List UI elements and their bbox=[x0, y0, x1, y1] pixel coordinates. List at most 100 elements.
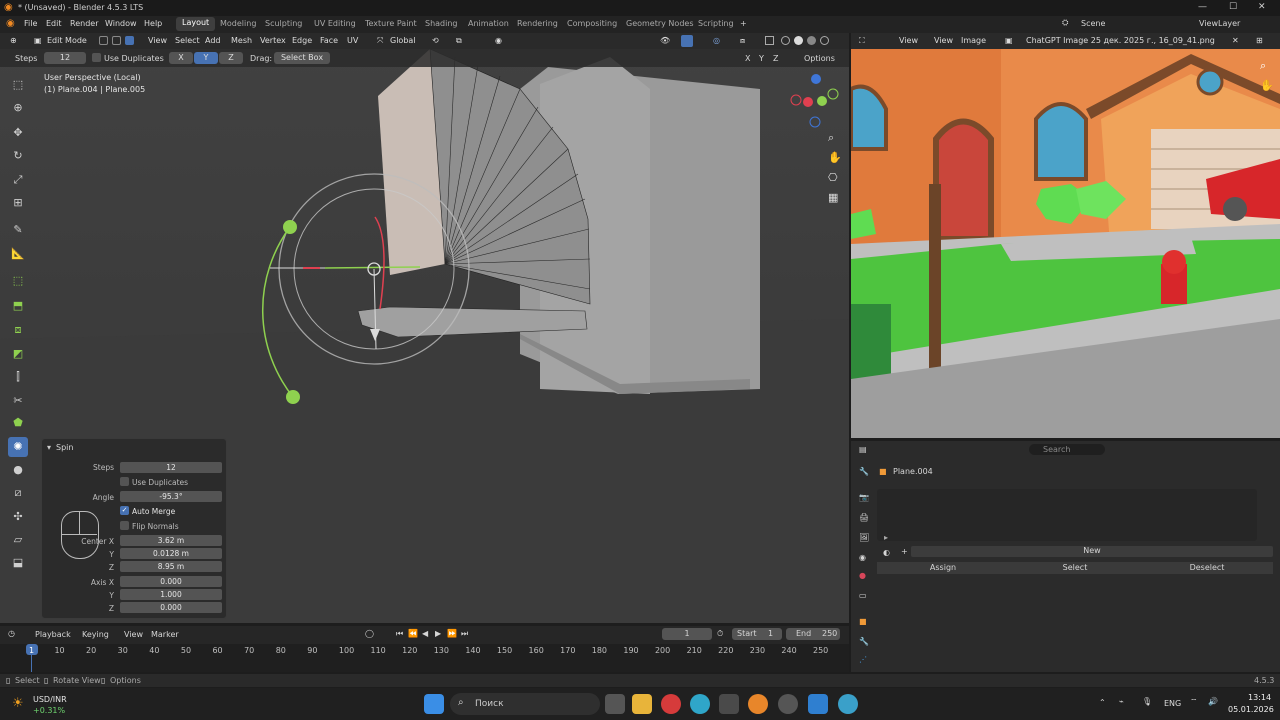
spin-steps-field[interactable]: 12 bbox=[120, 462, 222, 473]
jump-start-icon[interactable]: ⏮ bbox=[396, 629, 403, 639]
photos-icon[interactable] bbox=[808, 694, 828, 714]
jump-end-icon[interactable]: ⏭ bbox=[461, 629, 468, 639]
image-close-icon[interactable]: ✕ bbox=[1232, 36, 1239, 45]
tray-chevron-icon[interactable]: ⌃ bbox=[1099, 698, 1106, 707]
render-tab-icon[interactable]: 📷 bbox=[859, 493, 869, 502]
auto-merge-checkbox[interactable]: ✓ bbox=[120, 506, 129, 515]
knife-icon[interactable]: ✂ bbox=[8, 391, 28, 411]
play-icon[interactable]: ▶ bbox=[435, 629, 441, 638]
image-name-field[interactable]: ChatGPT Image 25 дек. 2025 г., 16_09_41.… bbox=[1026, 36, 1215, 45]
file-explorer-icon[interactable] bbox=[632, 694, 652, 714]
annotate-icon[interactable]: ✎ bbox=[8, 220, 28, 240]
tab-rendering[interactable]: Rendering bbox=[517, 19, 558, 28]
world-tab-icon[interactable]: ● bbox=[859, 571, 866, 580]
prev-key-icon[interactable]: ⏪ bbox=[408, 629, 418, 638]
menu-select[interactable]: Select bbox=[175, 36, 200, 45]
rip-icon[interactable]: ⬓ bbox=[8, 553, 28, 573]
add-cube-icon[interactable]: ⬚ bbox=[8, 271, 28, 291]
telegram-icon[interactable] bbox=[838, 694, 858, 714]
edge-select-icon[interactable] bbox=[112, 36, 121, 45]
add-workspace-icon[interactable]: + bbox=[740, 19, 747, 28]
editor-type-icon[interactable]: ⊕ bbox=[10, 36, 17, 45]
menu-window[interactable]: Window bbox=[105, 19, 137, 28]
image-pin-icon[interactable]: ⊞ bbox=[1256, 36, 1263, 45]
grid-icon[interactable]: ▦ bbox=[828, 191, 838, 204]
axis-x-button[interactable]: X bbox=[169, 52, 193, 64]
snap-icon[interactable]: ⧉ bbox=[456, 36, 462, 46]
image-zoom-icon[interactable]: ⌕ bbox=[1260, 59, 1266, 73]
flip-normals-checkbox[interactable] bbox=[120, 521, 129, 530]
mic-icon[interactable]: 🎙 bbox=[1142, 697, 1152, 706]
play-reverse-icon[interactable]: ◀ bbox=[422, 629, 428, 638]
ticker-symbol[interactable]: USD/INR bbox=[33, 695, 67, 704]
image-pan-icon[interactable]: ✋ bbox=[1260, 79, 1274, 92]
particles-tab-icon[interactable]: ⋰ bbox=[859, 655, 867, 664]
blender-menu-icon[interactable]: ◉ bbox=[6, 18, 15, 29]
scene-tab-icon[interactable]: ◉ bbox=[859, 553, 866, 562]
axis-x-field[interactable]: 0.000 bbox=[120, 576, 222, 587]
smooth-icon[interactable]: ● bbox=[8, 460, 28, 480]
camera-icon[interactable]: ⎔ bbox=[828, 171, 838, 184]
proportional-icon[interactable]: ◉ bbox=[495, 36, 502, 45]
spin-tool-icon[interactable]: ✺ bbox=[8, 437, 28, 457]
output-tab-icon[interactable]: 🖨 bbox=[859, 513, 869, 522]
menu-vertex[interactable]: Vertex bbox=[260, 36, 286, 45]
tab-texture-paint[interactable]: Texture Paint bbox=[365, 19, 417, 28]
menu-help[interactable]: Help bbox=[144, 19, 162, 28]
edge-slide-icon[interactable]: ⧄ bbox=[8, 483, 28, 503]
tab-shading[interactable]: Shading bbox=[425, 19, 458, 28]
axis-y-field[interactable]: 1.000 bbox=[120, 589, 222, 600]
minimize-icon[interactable]: — bbox=[1198, 2, 1207, 12]
spin-use-duplicates-checkbox[interactable] bbox=[120, 477, 129, 486]
drag-dropdown[interactable]: Select Box bbox=[274, 52, 330, 64]
next-key-icon[interactable]: ⏩ bbox=[447, 629, 457, 638]
menu-file[interactable]: File bbox=[24, 19, 37, 28]
loop-cut-icon[interactable]: ⫿ bbox=[8, 367, 28, 387]
image-menu-image[interactable]: Image bbox=[961, 36, 986, 45]
steps-field[interactable]: 12 bbox=[44, 52, 86, 64]
material-shading-icon[interactable] bbox=[807, 36, 816, 45]
windows-start-icon[interactable] bbox=[424, 694, 444, 714]
wireframe-shading-icon[interactable] bbox=[781, 36, 790, 45]
transform-icon[interactable]: ⊞ bbox=[8, 193, 28, 213]
new-material-button[interactable]: New bbox=[911, 546, 1273, 557]
task-view-icon[interactable] bbox=[605, 694, 625, 714]
yandex-icon[interactable] bbox=[661, 694, 681, 714]
marker-menu[interactable]: Marker bbox=[151, 630, 179, 639]
menu-mesh[interactable]: Mesh bbox=[231, 36, 252, 45]
menu-face[interactable]: Face bbox=[320, 36, 338, 45]
expand-icon[interactable]: ▸ bbox=[884, 533, 888, 542]
options-dropdown[interactable]: Options bbox=[804, 54, 835, 63]
tab-layout[interactable]: Layout bbox=[176, 17, 216, 31]
pivot-icon[interactable]: ⟲ bbox=[432, 36, 439, 45]
assign-button[interactable]: Assign bbox=[877, 562, 1009, 574]
clock-time[interactable]: 13:14 bbox=[1248, 693, 1271, 702]
center-x-field[interactable]: 3.62 m bbox=[120, 535, 222, 546]
center-z-field[interactable]: 8.95 m bbox=[120, 561, 222, 572]
tab-animation[interactable]: Animation bbox=[468, 19, 509, 28]
playback-menu[interactable]: Playback bbox=[35, 630, 71, 639]
select-button[interactable]: Select bbox=[1009, 562, 1141, 574]
use-duplicates-checkbox[interactable] bbox=[92, 53, 101, 62]
properties-type-icon[interactable]: ▤ bbox=[859, 445, 867, 454]
close-icon[interactable]: ✕ bbox=[1258, 2, 1266, 12]
deselect-button[interactable]: Deselect bbox=[1141, 562, 1273, 574]
image-browse-icon[interactable]: ▣ bbox=[1005, 36, 1013, 45]
bevel-icon[interactable]: ◩ bbox=[8, 344, 28, 364]
tab-sculpting[interactable]: Sculpting bbox=[265, 19, 302, 28]
menu-render[interactable]: Render bbox=[70, 19, 98, 28]
menu-view[interactable]: View bbox=[148, 36, 167, 45]
shrink-fatten-icon[interactable]: ✣ bbox=[8, 507, 28, 527]
spin-panel-title[interactable]: Spin bbox=[56, 443, 73, 452]
clock-date[interactable]: 05.01.2026 bbox=[1228, 705, 1274, 714]
vertex-select-icon[interactable] bbox=[99, 36, 108, 45]
image-view-dropdown[interactable]: View bbox=[899, 36, 918, 45]
tab-modeling[interactable]: Modeling bbox=[220, 19, 256, 28]
auto-key-icon[interactable]: ◯ bbox=[365, 629, 374, 638]
taskbar-search[interactable]: ⌕ Поиск bbox=[450, 693, 600, 715]
language-indicator[interactable]: ENG bbox=[1164, 699, 1181, 708]
move-icon[interactable]: ✥ bbox=[8, 123, 28, 143]
tool-tab-icon[interactable]: 🔧 bbox=[859, 467, 869, 476]
image-editor-type-icon[interactable]: ⛶ bbox=[859, 36, 865, 46]
properties-search-input[interactable]: Search bbox=[1029, 444, 1105, 455]
